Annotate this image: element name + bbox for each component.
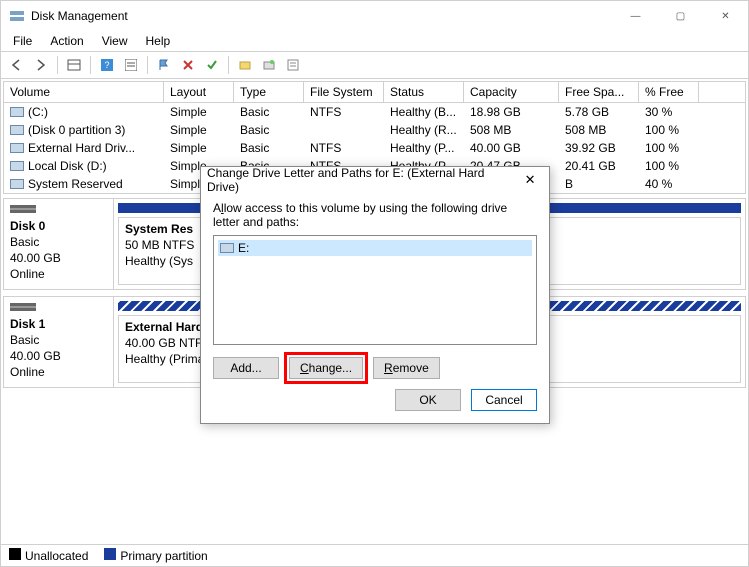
dialog-title-text: Change Drive Letter and Paths for E: (Ex… — [207, 166, 517, 194]
col-status[interactable]: Status — [384, 82, 464, 102]
add-button[interactable]: Add... — [213, 357, 279, 379]
drive-icon — [220, 243, 234, 253]
wizard-icon[interactable] — [259, 55, 279, 75]
list-icon[interactable] — [121, 55, 141, 75]
properties-icon[interactable] — [283, 55, 303, 75]
volume-icon — [10, 107, 24, 117]
remove-button[interactable]: Remove — [373, 357, 440, 379]
forward-icon[interactable] — [31, 55, 51, 75]
col-pctfree[interactable]: % Free — [639, 82, 699, 102]
col-volume[interactable]: Volume — [4, 82, 164, 102]
col-filesystem[interactable]: File System — [304, 82, 384, 102]
maximize-button[interactable]: ▢ — [658, 1, 703, 31]
path-item[interactable]: E: — [218, 240, 532, 256]
disk-drive-icon — [10, 303, 36, 311]
app-title: Disk Management — [31, 9, 613, 23]
dialog-body: Allow access to this volume by using the… — [201, 193, 549, 349]
menu-file[interactable]: File — [5, 32, 40, 50]
table-row[interactable]: (Disk 0 partition 3)SimpleBasicHealthy (… — [4, 121, 745, 139]
table-view-icon[interactable] — [64, 55, 84, 75]
menubar: File Action View Help — [1, 31, 748, 51]
delete-icon[interactable] — [178, 55, 198, 75]
volume-icon — [10, 143, 24, 153]
close-button[interactable]: ✕ — [703, 1, 748, 31]
menu-help[interactable]: Help — [138, 32, 179, 50]
legend-unallocated: Unallocated — [9, 548, 88, 563]
check-icon[interactable] — [202, 55, 222, 75]
cancel-button[interactable]: Cancel — [471, 389, 537, 411]
menu-view[interactable]: View — [94, 32, 136, 50]
volume-header: Volume Layout Type File System Status Ca… — [4, 82, 745, 103]
change-button[interactable]: Change... — [289, 357, 363, 379]
dialog-titlebar: Change Drive Letter and Paths for E: (Ex… — [201, 167, 549, 193]
app-icon — [9, 8, 25, 24]
titlebar: Disk Management — ▢ ✕ — [1, 1, 748, 31]
back-icon[interactable] — [7, 55, 27, 75]
col-type[interactable]: Type — [234, 82, 304, 102]
dialog-button-row-1: Add... Change... Remove — [201, 349, 549, 383]
col-layout[interactable]: Layout — [164, 82, 234, 102]
disk-drive-icon — [10, 205, 36, 213]
paths-listbox[interactable]: E: — [213, 235, 537, 345]
ok-button[interactable]: OK — [395, 389, 461, 411]
change-drive-letter-dialog: Change Drive Letter and Paths for E: (Ex… — [200, 166, 550, 424]
disk-info: Disk 1Basic40.00 GBOnline — [4, 297, 114, 387]
legend-primary: Primary partition — [104, 548, 207, 563]
partition[interactable]: System Res50 MB NTFSHealthy (Sys — [118, 217, 204, 285]
path-letter: E: — [238, 241, 249, 255]
help-icon[interactable]: ? — [97, 55, 117, 75]
table-row[interactable]: External Hard Driv...SimpleBasicNTFSHeal… — [4, 139, 745, 157]
volume-icon — [10, 179, 24, 189]
legend: Unallocated Primary partition — [1, 544, 748, 566]
svg-text:?: ? — [104, 60, 109, 70]
table-row[interactable]: (C:)SimpleBasicNTFSHealthy (B...18.98 GB… — [4, 103, 745, 121]
volume-icon — [10, 161, 24, 171]
menu-action[interactable]: Action — [42, 32, 91, 50]
window-controls: — ▢ ✕ — [613, 1, 748, 31]
toolbar: ? — [1, 51, 748, 79]
dialog-prompt: Allow access to this volume by using the… — [213, 201, 537, 229]
col-capacity[interactable]: Capacity — [464, 82, 559, 102]
volume-icon — [10, 125, 24, 135]
dialog-button-row-2: OK Cancel — [201, 383, 549, 423]
col-freespace[interactable]: Free Spa... — [559, 82, 639, 102]
disk-info: Disk 0Basic40.00 GBOnline — [4, 199, 114, 289]
minimize-button[interactable]: — — [613, 1, 658, 31]
flag-icon[interactable] — [154, 55, 174, 75]
new-partition-icon[interactable] — [235, 55, 255, 75]
dialog-close-button[interactable]: ✕ — [517, 172, 543, 188]
